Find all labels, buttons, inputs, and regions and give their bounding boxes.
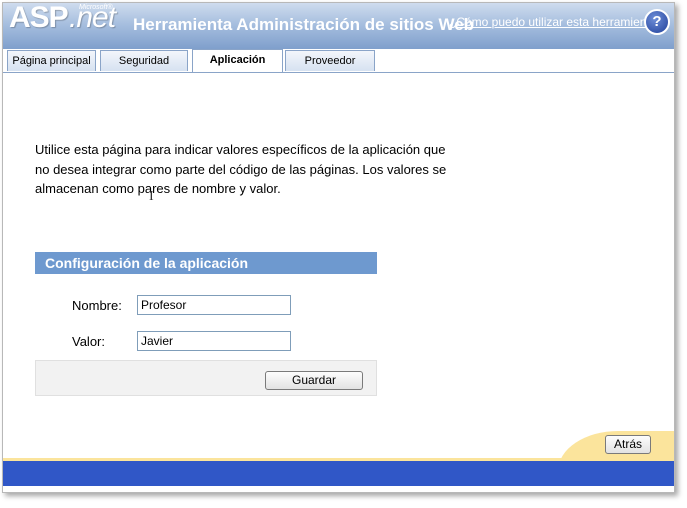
footer-bar: [3, 461, 674, 486]
tab-bar: Página principal Seguridad Aplicación Pr…: [3, 49, 674, 73]
value-input[interactable]: [137, 331, 291, 351]
logo-asp-text: ASP: [9, 2, 69, 34]
name-input[interactable]: [137, 295, 291, 315]
help-link[interactable]: ¿Cómo puedo utilizar esta herramienta?: [449, 15, 663, 29]
tab-home[interactable]: Página principal: [7, 50, 96, 71]
text-cursor-icon: I: [149, 189, 154, 204]
help-icon[interactable]: ?: [644, 9, 670, 35]
app-window: ASP .net Microsoft® Herramienta Administ…: [2, 2, 675, 493]
back-button[interactable]: Atrás: [605, 435, 651, 454]
name-label: Nombre:: [72, 298, 122, 313]
save-button[interactable]: Guardar: [265, 371, 363, 390]
header-banner: ASP .net Microsoft® Herramienta Administ…: [3, 3, 674, 49]
tab-application[interactable]: Aplicación: [192, 49, 283, 72]
panel-title: Configuración de la aplicación: [35, 252, 377, 274]
value-label: Valor:: [72, 334, 105, 349]
footer-bottom-strip: [3, 486, 674, 492]
logo-microsoft-text: Microsoft®: [79, 4, 113, 11]
tab-security[interactable]: Seguridad: [100, 50, 188, 71]
tab-provider[interactable]: Proveedor: [285, 50, 375, 71]
intro-text: Utilice esta página para indicar valores…: [35, 142, 447, 196]
app-title: Herramienta Administración de sitios Web: [133, 15, 475, 34]
